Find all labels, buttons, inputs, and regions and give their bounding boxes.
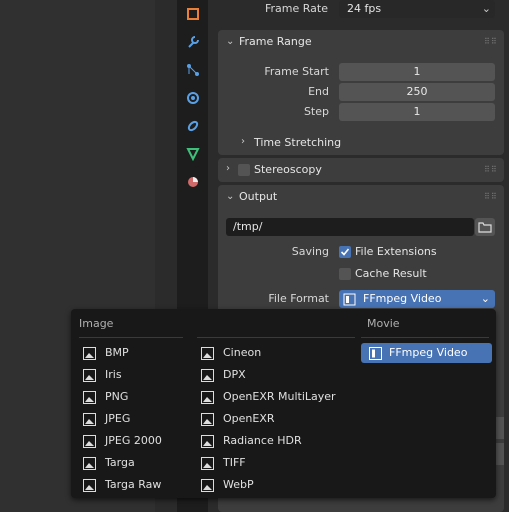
image-icon <box>201 369 214 382</box>
stereoscopy-checkbox[interactable] <box>238 164 250 176</box>
output-properties-icon[interactable] <box>185 6 201 22</box>
file-format-value: FFmpeg Video <box>363 292 442 305</box>
image-icon <box>201 457 214 470</box>
menu-item-iris[interactable]: Iris <box>83 365 187 385</box>
image-icon <box>83 479 96 492</box>
frame-rate-label: Frame Rate <box>265 2 328 15</box>
menu-item-jpeg[interactable]: JPEG <box>83 409 187 429</box>
wrench-icon[interactable] <box>185 34 201 50</box>
file-extensions-label[interactable]: File Extensions <box>355 245 437 258</box>
file-format-dropdown[interactable]: FFmpeg Video ⌄ <box>339 290 495 308</box>
folder-browse-button[interactable] <box>475 218 495 236</box>
menu-item-openexr-multilayer[interactable]: OpenEXR MultiLayer <box>201 387 355 407</box>
menu-header-movie: Movie <box>367 317 400 330</box>
menu-item-openexr[interactable]: OpenEXR <box>201 409 355 429</box>
image-icon <box>83 457 96 470</box>
frame-end-field[interactable]: 250 <box>339 83 495 101</box>
image-icon <box>83 435 96 448</box>
time-stretching-title[interactable]: Time Stretching <box>254 136 341 149</box>
menu-separator <box>361 337 489 338</box>
output-path-input[interactable]: /tmp/ <box>226 218 474 236</box>
saving-label: Saving <box>291 245 329 258</box>
image-icon <box>83 391 96 404</box>
film-icon <box>343 293 356 306</box>
menu-item-dpx[interactable]: DPX <box>201 365 355 385</box>
material-icon[interactable] <box>185 174 201 190</box>
image-icon <box>83 413 96 426</box>
menu-item-cineon[interactable]: Cineon <box>201 343 355 363</box>
particles-icon[interactable] <box>185 62 201 78</box>
menu-item-ffmpeg-video[interactable]: FFmpeg Video <box>361 343 492 363</box>
frame-range-panel: ⌄ Frame Range ⠿⠿ Frame Start 1 End 250 S… <box>218 30 504 155</box>
image-icon <box>201 347 214 360</box>
frame-rate-value: 24 fps <box>347 2 382 15</box>
output-path-value: /tmp/ <box>233 220 263 233</box>
film-icon <box>369 347 382 360</box>
menu-item-bmp[interactable]: BMP <box>83 343 187 363</box>
cache-result-label[interactable]: Cache Result <box>355 267 427 280</box>
menu-separator <box>79 337 183 338</box>
physics-icon[interactable] <box>185 90 201 106</box>
menu-item-radiance-hdr[interactable]: Radiance HDR <box>201 431 355 451</box>
output-title[interactable]: Output <box>239 190 277 203</box>
drag-handle-icon[interactable]: ⠿⠿ <box>484 166 497 174</box>
hidden-field-edge <box>495 417 504 439</box>
file-extensions-checkbox[interactable] <box>339 246 351 258</box>
menu-item-webp[interactable]: WebP <box>201 475 355 495</box>
chevron-down-icon[interactable]: ⌄ <box>226 37 236 47</box>
stereoscopy-panel: › Stereoscopy ⠿⠿ <box>218 158 504 182</box>
stereoscopy-title[interactable]: Stereoscopy <box>254 163 322 176</box>
image-icon <box>201 391 214 404</box>
chevron-right-icon[interactable]: › <box>241 137 251 147</box>
menu-item-png[interactable]: PNG <box>83 387 187 407</box>
frame-end-label: End <box>308 85 329 98</box>
image-icon <box>83 369 96 382</box>
frame-rate-dropdown[interactable]: 24 fps ⌄ <box>339 0 495 18</box>
menu-item-targa[interactable]: Targa <box>83 453 187 473</box>
menu-separator <box>197 337 355 338</box>
frame-start-label: Frame Start <box>264 65 329 78</box>
image-icon <box>83 347 96 360</box>
constraints-icon[interactable] <box>185 118 201 134</box>
menu-item-jpeg-2000[interactable]: JPEG 2000 <box>83 431 187 451</box>
image-icon <box>201 413 214 426</box>
menu-header-image: Image <box>79 317 114 330</box>
drag-handle-icon[interactable]: ⠿⠿ <box>484 38 497 46</box>
drag-handle-icon[interactable]: ⠿⠿ <box>484 193 497 201</box>
file-format-label: File Format <box>268 292 329 305</box>
frame-step-field[interactable]: 1 <box>339 103 495 121</box>
folder-icon <box>478 222 492 233</box>
frame-range-title[interactable]: Frame Range <box>239 35 312 48</box>
frame-step-label: Step <box>303 105 329 118</box>
image-icon <box>201 435 214 448</box>
chevron-down-icon[interactable]: ⌄ <box>226 192 236 202</box>
chevron-down-icon: ⌄ <box>481 2 491 15</box>
hidden-field-edge <box>495 443 504 465</box>
image-icon <box>201 479 214 492</box>
menu-item-targa-raw[interactable]: Targa Raw <box>83 475 187 495</box>
menu-item-tiff[interactable]: TIFF <box>201 453 355 473</box>
frame-start-field[interactable]: 1 <box>339 63 495 81</box>
chevron-right-icon[interactable]: › <box>226 164 236 174</box>
cache-result-checkbox[interactable] <box>339 268 351 280</box>
file-format-menu: Image Movie BMP Iris PNG JPEG JPEG 2000 … <box>71 309 496 498</box>
chevron-down-icon: ⌄ <box>480 292 490 305</box>
checkmark-icon <box>340 248 350 256</box>
data-icon[interactable] <box>185 146 201 162</box>
